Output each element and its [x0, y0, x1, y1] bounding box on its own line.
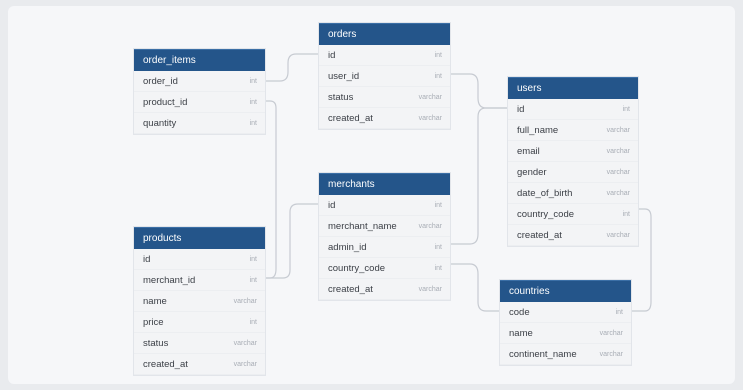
column-name: name — [143, 295, 167, 307]
table-users[interactable]: users id int full_name varchar email varcha… — [508, 77, 638, 246]
table-row[interactable]: created_at varchar — [319, 108, 450, 129]
table-products[interactable]: products id int merchant_id int name varcha… — [134, 227, 265, 375]
column-type: varchar — [599, 350, 623, 358]
column-name: id — [517, 103, 525, 115]
column-type: int — [622, 210, 630, 218]
column-type: varchar — [606, 126, 630, 134]
table-row[interactable]: order_id int — [134, 71, 265, 92]
table-row[interactable]: full_name varchar — [508, 120, 638, 141]
column-type: int — [249, 119, 257, 127]
table-row[interactable]: continent_name varchar — [500, 344, 631, 365]
table-order-items[interactable]: order_items order_id int product_id int qu… — [134, 49, 265, 134]
table-row[interactable]: quantity int — [134, 113, 265, 134]
table-orders-header[interactable]: orders — [319, 23, 450, 45]
table-row[interactable]: code int — [500, 302, 631, 323]
column-type: int — [434, 264, 442, 272]
column-type: varchar — [418, 93, 442, 101]
column-name: country_code — [517, 208, 575, 220]
table-row[interactable]: created_at varchar — [134, 354, 265, 375]
column-type: int — [434, 51, 442, 59]
column-type: varchar — [599, 329, 623, 337]
column-type: int — [434, 201, 442, 209]
table-row[interactable]: date_of_birth varchar — [508, 183, 638, 204]
table-row[interactable]: merchant_name varchar — [319, 216, 450, 237]
column-name: full_name — [517, 124, 559, 136]
column-name: email — [517, 145, 540, 157]
table-row[interactable]: id int — [134, 249, 265, 270]
column-name: admin_id — [328, 241, 367, 253]
table-row[interactable]: product_id int — [134, 92, 265, 113]
table-merchants-header[interactable]: merchants — [319, 173, 450, 195]
table-row[interactable]: country_code int — [508, 204, 638, 225]
table-row[interactable]: created_at varchar — [319, 279, 450, 300]
table-row[interactable]: country_code int — [319, 258, 450, 279]
table-row[interactable]: merchant_id int — [134, 270, 265, 291]
column-type: varchar — [606, 189, 630, 197]
table-orders[interactable]: orders id int user_id int status varchar cr… — [319, 23, 450, 129]
table-products-header[interactable]: products — [134, 227, 265, 249]
column-type: int — [615, 308, 623, 316]
column-name: code — [509, 306, 530, 318]
table-users-header[interactable]: users — [508, 77, 638, 99]
column-name: continent_name — [509, 348, 577, 360]
column-name: status — [143, 337, 169, 349]
column-name: created_at — [143, 358, 188, 370]
table-row[interactable]: gender varchar — [508, 162, 638, 183]
column-type: varchar — [233, 360, 257, 368]
column-type: varchar — [233, 297, 257, 305]
column-type: int — [434, 72, 442, 80]
table-row[interactable]: created_at varchar — [508, 225, 638, 246]
column-type: int — [249, 276, 257, 284]
column-type: int — [434, 243, 442, 251]
column-type: varchar — [606, 168, 630, 176]
column-name: quantity — [143, 117, 177, 129]
column-type: int — [249, 98, 257, 106]
table-row[interactable]: id int — [508, 99, 638, 120]
column-type: int — [622, 105, 630, 113]
column-type: varchar — [418, 114, 442, 122]
column-type: int — [249, 77, 257, 85]
column-name: created_at — [328, 112, 373, 124]
column-name: country_code — [328, 262, 386, 274]
column-name: date_of_birth — [517, 187, 573, 199]
column-type: varchar — [233, 339, 257, 347]
column-name: product_id — [143, 96, 188, 108]
column-type: int — [249, 255, 257, 263]
table-merchants[interactable]: merchants id int merchant_name varchar adm… — [319, 173, 450, 300]
column-type: varchar — [606, 231, 630, 239]
table-row[interactable]: status varchar — [319, 87, 450, 108]
table-row[interactable]: admin_id int — [319, 237, 450, 258]
table-row[interactable]: user_id int — [319, 66, 450, 87]
table-row[interactable]: price int — [134, 312, 265, 333]
column-name: price — [143, 316, 164, 328]
table-row[interactable]: email varchar — [508, 141, 638, 162]
column-type: varchar — [418, 222, 442, 230]
column-name: id — [328, 49, 336, 61]
column-name: name — [509, 327, 533, 339]
table-row[interactable]: id int — [319, 45, 450, 66]
column-name: status — [328, 91, 354, 103]
table-row[interactable]: name varchar — [134, 291, 265, 312]
table-row[interactable]: name varchar — [500, 323, 631, 344]
column-name: gender — [517, 166, 547, 178]
table-countries[interactable]: countries code int name varchar continent_… — [500, 280, 631, 365]
table-order-items-header[interactable]: order_items — [134, 49, 265, 71]
column-type: varchar — [418, 285, 442, 293]
column-name: user_id — [328, 70, 360, 82]
column-name: merchant_name — [328, 220, 397, 232]
column-type: int — [249, 318, 257, 326]
column-name: order_id — [143, 75, 178, 87]
column-name: id — [143, 253, 151, 265]
column-name: id — [328, 199, 336, 211]
table-row[interactable]: status varchar — [134, 333, 265, 354]
table-row[interactable]: id int — [319, 195, 450, 216]
column-name: merchant_id — [143, 274, 196, 286]
table-countries-header[interactable]: countries — [500, 280, 631, 302]
column-name: created_at — [328, 283, 373, 295]
column-type: varchar — [606, 147, 630, 155]
column-name: created_at — [517, 229, 562, 241]
